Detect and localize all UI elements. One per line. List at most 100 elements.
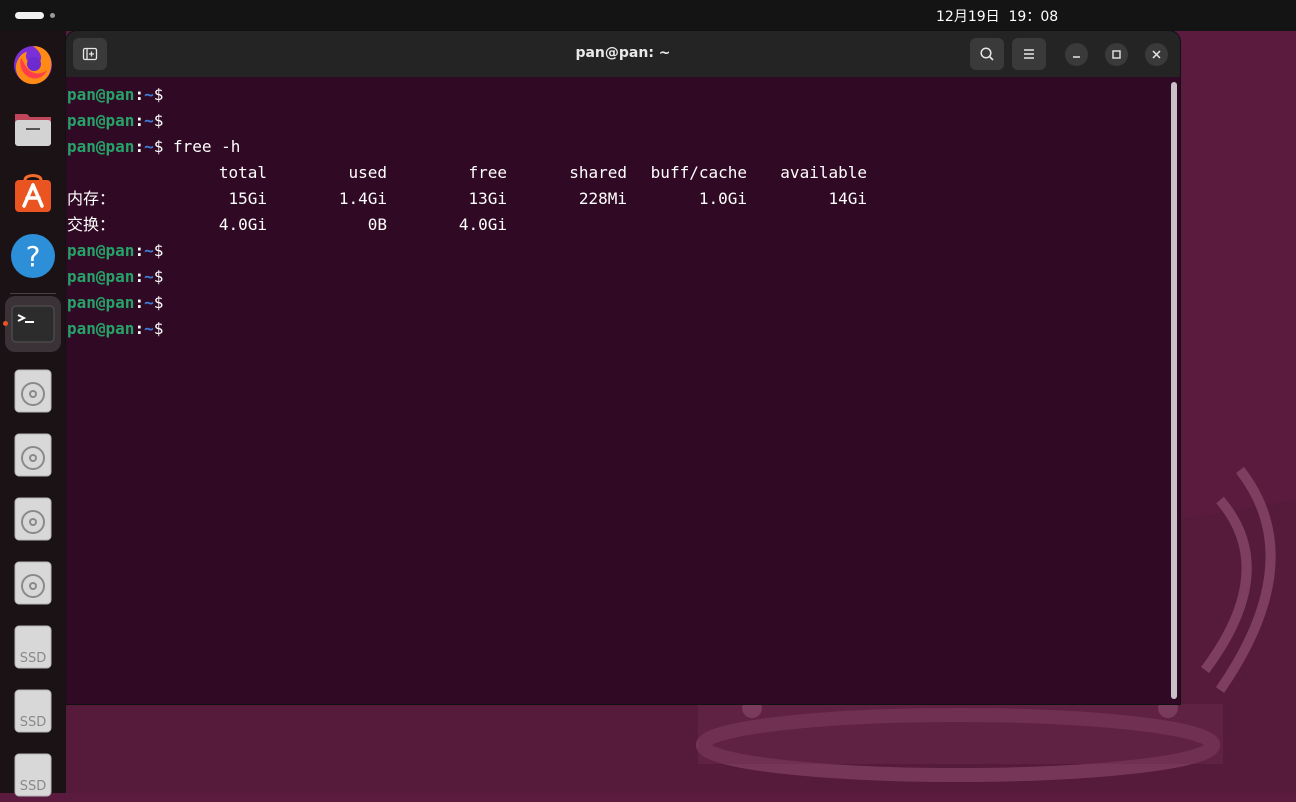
dock-item-terminal[interactable] [3,296,61,352]
optical-drive-icon [14,561,52,605]
prompt-user: pan@pan [67,293,135,312]
prompt-dollar: $ [153,137,164,156]
prompt-colon: : [134,319,145,338]
free-table-header: total used free shared buff/cache availa… [67,160,967,186]
free-table-row-swap: 交换： 4.0Gi 0B 4.0Gi [67,212,967,238]
ssd-drive-icon: SSD [14,753,52,797]
prompt-line: pan@pan:~$ [67,316,163,342]
app-center-icon [15,174,51,212]
header-used: used [348,163,387,182]
prompt-line: pan@pan:~$ [67,108,163,134]
dock-item-optical-drive-4[interactable] [5,554,61,610]
mem-available: 14Gi [828,189,867,208]
header-total: total [218,163,267,182]
prompt-colon: : [134,241,145,260]
prompt-user: pan@pan [67,85,135,104]
header-buff-cache: buff/cache [650,163,747,182]
terminal-icon [11,305,55,343]
prompt-dollar: $ [153,319,164,338]
activities-indicator[interactable] [15,12,44,19]
clock[interactable]: 12月19日 19：08 [936,6,1058,26]
dock-item-help[interactable]: ? [5,228,61,284]
prompt-dollar: $ [153,293,164,312]
maximize-button[interactable] [1105,43,1128,66]
svg-text:?: ? [26,240,41,273]
dock-item-firefox[interactable] [5,36,61,92]
prompt-path: ~ [144,267,154,286]
running-indicator [3,321,8,326]
optical-drive-icon [14,497,52,541]
prompt-line: pan@pan:~$ [67,238,163,264]
row-label-mem: 内存： [67,189,116,208]
prompt-colon: : [134,137,145,156]
dock-separator [10,293,56,294]
dock-item-ssd-3[interactable]: SSD [5,746,61,802]
ssd-label: SSD [20,779,47,794]
header-free: free [468,163,507,182]
mem-free: 13Gi [468,189,507,208]
prompt-dollar: $ [153,267,164,286]
dock-item-optical-drive-1[interactable] [5,362,61,418]
prompt-line: pan@pan:~$ [67,82,163,108]
hamburger-menu-icon [1024,49,1034,59]
mem-total: 15Gi [228,189,267,208]
dock-item-files[interactable] [5,100,61,156]
minimize-icon [1073,56,1080,58]
help-icon: ? [11,234,55,278]
top-bar: 12月19日 19：08 [0,0,1296,31]
dock: ? SSD SSD SSD [0,31,66,797]
mem-used: 1.4Gi [338,189,387,208]
free-table-row-mem: 内存： 15Gi 1.4Gi 13Gi 228Mi 1.0Gi 14Gi [67,186,967,212]
close-icon [1152,50,1161,59]
header-available: available [780,163,867,182]
workspace-dot[interactable] [50,13,55,18]
prompt-dollar: $ [153,241,164,260]
close-button[interactable] [1145,43,1168,66]
prompt-user: pan@pan [67,137,135,156]
prompt-dollar: $ [153,85,164,104]
prompt-user: pan@pan [67,267,135,286]
prompt-colon: : [134,293,145,312]
prompt-path: ~ [144,111,154,130]
firefox-icon [14,46,52,85]
dock-item-ssd-1[interactable]: SSD [5,618,61,674]
prompt-colon: : [134,267,145,286]
ssd-label: SSD [20,715,47,730]
prompt-path: ~ [144,319,154,338]
command-line: pan@pan:~$ free -h [67,134,240,160]
search-button[interactable] [970,38,1004,70]
dock-item-app-center[interactable] [5,164,61,220]
dock-item-optical-drive-2[interactable] [5,426,61,482]
maximize-icon [1112,50,1121,59]
prompt-colon: : [134,85,145,104]
swap-free: 4.0Gi [458,215,507,234]
terminal-output[interactable]: pan@pan:~$ pan@pan:~$ pan@pan:~$ free -h… [66,77,1168,704]
prompt-path: ~ [144,241,154,260]
command-text: free -h [163,137,241,156]
prompt-path: ~ [144,293,154,312]
minimize-button[interactable] [1065,43,1088,66]
prompt-user: pan@pan [67,241,135,260]
mem-shared: 228Mi [578,189,627,208]
optical-drive-icon [14,433,52,477]
terminal-window[interactable]: pan@pan: ~ pan@pan:~$ pan@pan:~$ pan@pan… [66,31,1180,704]
header-shared: shared [569,163,627,182]
scrollbar-thumb[interactable] [1171,82,1177,699]
files-icon [15,114,51,146]
scrollbar[interactable] [1168,77,1180,704]
prompt-line: pan@pan:~$ [67,290,163,316]
prompt-user: pan@pan [67,111,135,130]
terminal-titlebar[interactable]: pan@pan: ~ [66,31,1180,77]
dock-item-optical-drive-3[interactable] [5,490,61,546]
prompt-path: ~ [144,85,154,104]
search-icon [980,47,994,61]
menu-button[interactable] [1012,38,1046,70]
swap-total: 4.0Gi [218,215,267,234]
swap-used: 0B [367,215,387,234]
dock-item-ssd-2[interactable]: SSD [5,682,61,738]
mem-buff-cache: 1.0Gi [698,189,747,208]
ssd-drive-icon: SSD [14,625,52,669]
prompt-dollar: $ [153,111,164,130]
ssd-label: SSD [20,651,47,666]
prompt-colon: : [134,111,145,130]
